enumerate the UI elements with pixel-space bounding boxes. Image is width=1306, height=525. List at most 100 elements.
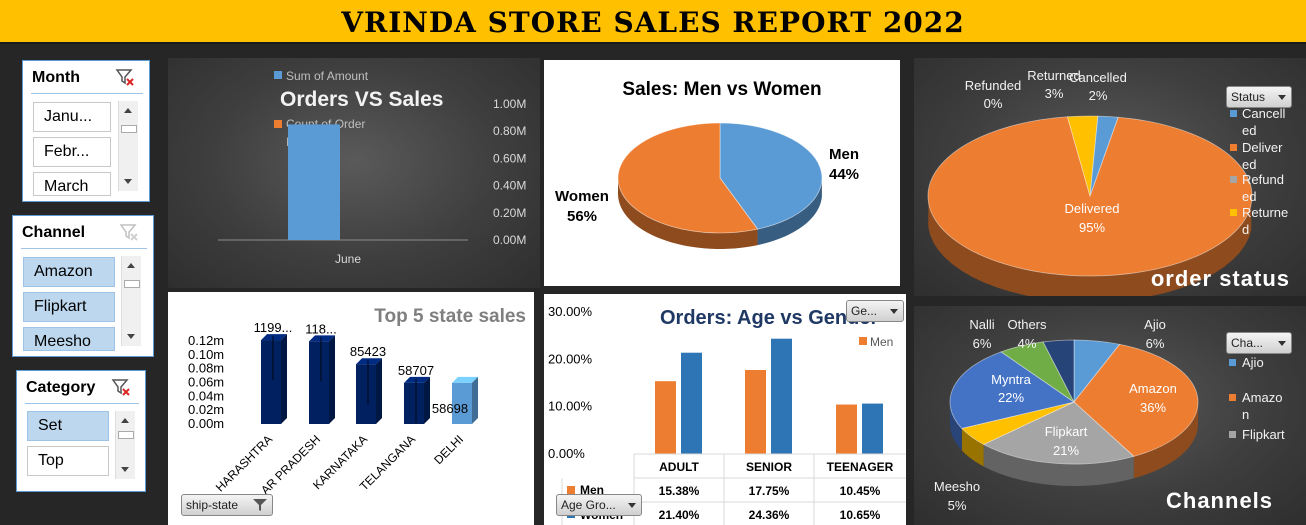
top-states-chart[interactable]: Top 5 state sales 0.12m 0.10m 0.08m 0.06m 0.… xyxy=(168,292,534,525)
label-ajio-value: 6% xyxy=(1146,336,1165,351)
data-label-state-3: 58707 xyxy=(398,363,434,378)
clear-filter-icon[interactable] xyxy=(115,67,135,87)
category-scrollbar[interactable] xyxy=(115,411,135,479)
gender-filter-label: Ge... xyxy=(851,304,878,318)
table-cell-men-senior: 17.75% xyxy=(749,484,790,498)
bar-women-adult[interactable] xyxy=(681,352,702,454)
table-header-senior: SENIOR xyxy=(746,460,792,474)
y-tick-label: 10.00% xyxy=(548,399,593,414)
y-tick-label: 0.10m xyxy=(188,347,224,362)
channel-item-amazon[interactable]: Amazon xyxy=(23,257,115,287)
men-vs-women-chart[interactable]: Sales: Men vs Women Men 44% Women 56% xyxy=(544,60,900,286)
status-filter-label: Status xyxy=(1231,90,1266,104)
bar-state-3[interactable] xyxy=(404,382,424,424)
clear-filter-icon[interactable] xyxy=(111,377,131,397)
legend-delivered: Deliver ed xyxy=(1242,140,1283,172)
clear-filter-icon[interactable] xyxy=(119,222,139,242)
channel-item-flipkart[interactable]: Flipkart xyxy=(23,292,115,322)
month-slicer: Month Janu... Febr... March xyxy=(22,60,150,202)
panel-title: Channels xyxy=(1166,488,1273,513)
y-tick-label: 0.20M xyxy=(493,206,526,220)
x-label-june: June xyxy=(335,252,361,266)
x-tick-label: DELHI xyxy=(431,432,466,467)
month-item-march[interactable]: March xyxy=(33,172,111,196)
orders-vs-sales-chart[interactable]: Sum of Amount Orders VS Sales Count of O… xyxy=(168,58,540,288)
channel-slicer-title: Channel xyxy=(22,224,86,241)
label-others-value: 4% xyxy=(1018,336,1037,351)
scroll-up-icon[interactable] xyxy=(124,108,132,113)
chevron-down-icon xyxy=(1278,341,1286,346)
bar-women-teenager[interactable] xyxy=(862,403,883,454)
bar-state-1[interactable] xyxy=(309,341,329,424)
month-item-february[interactable]: Febr... xyxy=(33,137,111,167)
bar-women-senior[interactable] xyxy=(771,338,792,454)
table-header-adult: ADULT xyxy=(659,460,699,474)
label-delivered-value: 95% xyxy=(1079,220,1105,235)
bar-state-2[interactable] xyxy=(356,364,376,424)
channel-item-meesho[interactable]: Meesho xyxy=(23,327,115,351)
bar-men-teenager[interactable] xyxy=(836,404,857,454)
age-group-filter-button[interactable]: Age Gro... xyxy=(556,494,642,516)
ship-state-filter-label: ship-state xyxy=(186,498,239,512)
scroll-down-icon[interactable] xyxy=(121,467,129,472)
table-cell-women-adult: 21.40% xyxy=(659,508,700,522)
table-header-teenager: TEENAGER xyxy=(827,460,894,474)
label-delivered-name: Delivered xyxy=(1065,201,1120,216)
y-tick-label: 30.00% xyxy=(548,304,593,319)
bar-state-0[interactable] xyxy=(261,340,281,424)
y-tick-label: 0.00% xyxy=(548,446,585,461)
channel-scrollbar[interactable] xyxy=(121,256,141,346)
scroll-down-icon[interactable] xyxy=(127,334,135,339)
y-tick-label: 0.02m xyxy=(188,402,224,417)
label-meesho-name: Meesho xyxy=(934,479,980,494)
label-refunded-value: 0% xyxy=(984,96,1003,111)
scroll-up-icon[interactable] xyxy=(121,418,129,423)
label-myntra-name: Myntra xyxy=(991,372,1032,387)
gender-filter-button[interactable]: Ge... xyxy=(846,300,904,322)
report-title: VRINDA STORE SALES REPORT 2022 xyxy=(341,6,965,39)
label-amazon-value: 36% xyxy=(1140,400,1166,415)
label-nalli-value: 6% xyxy=(973,336,992,351)
channels-chart[interactable]: Ajio 6% Amazon 36% Flipkart 21% Meesho 5… xyxy=(914,306,1306,525)
label-refunded-name: Refunded xyxy=(965,78,1021,93)
legend-men: Men xyxy=(870,335,893,349)
label-myntra-value: 22% xyxy=(998,390,1024,405)
label-nalli-name: Nalli xyxy=(969,317,994,332)
chevron-down-icon xyxy=(890,309,898,314)
category-item-top[interactable]: Top xyxy=(27,446,109,476)
order-status-chart[interactable]: Refunded 0% Returned 3% Cancelled 2% Del… xyxy=(914,58,1306,296)
label-ajio-name: Ajio xyxy=(1144,317,1166,332)
table-cell-women-senior: 24.36% xyxy=(749,508,790,522)
category-slicer: Category Set Top xyxy=(16,370,146,492)
status-filter-button[interactable]: Status xyxy=(1226,86,1292,108)
channel-filter-button[interactable]: Cha... xyxy=(1226,332,1292,354)
table-cell-women-teenager: 10.65% xyxy=(840,508,881,522)
y-tick-label: 0.00M xyxy=(493,233,526,247)
bar-men-senior[interactable] xyxy=(745,369,766,454)
scroll-down-icon[interactable] xyxy=(124,179,132,184)
category-item-set[interactable]: Set xyxy=(27,411,109,441)
label-flipkart-name: Flipkart xyxy=(1045,424,1088,439)
legend-sum-of-amount: Sum of Amount xyxy=(286,69,369,83)
y-tick-label: 0.08m xyxy=(188,361,224,376)
filter-icon xyxy=(253,499,267,511)
chevron-down-icon xyxy=(628,503,636,508)
label-women-value: 56% xyxy=(567,208,597,225)
age-group-filter-label: Age Gro... xyxy=(561,498,616,512)
label-others-name: Others xyxy=(1007,317,1047,332)
age-gender-chart[interactable]: Orders: Age vs Gender 30.00% 20.00% 10.00%… xyxy=(544,294,906,525)
month-scrollbar[interactable] xyxy=(118,101,138,191)
bar-side xyxy=(424,376,430,424)
label-meesho-value: 5% xyxy=(948,498,967,513)
y-tick-label: 20.00% xyxy=(548,351,593,366)
month-item-january[interactable]: Janu... xyxy=(33,102,111,132)
legend-flipkart: Flipkart xyxy=(1242,427,1285,442)
label-cancelled-value: 2% xyxy=(1089,88,1108,103)
scroll-up-icon[interactable] xyxy=(127,263,135,268)
bar-sum-of-amount-june[interactable] xyxy=(288,124,340,240)
channel-slicer: Channel Amazon Flipkart Meesho xyxy=(12,215,154,357)
bar-men-adult[interactable] xyxy=(655,381,676,454)
bar-side xyxy=(329,335,335,424)
chevron-down-icon xyxy=(1278,95,1286,100)
ship-state-filter-button[interactable]: ship-state xyxy=(181,494,273,516)
